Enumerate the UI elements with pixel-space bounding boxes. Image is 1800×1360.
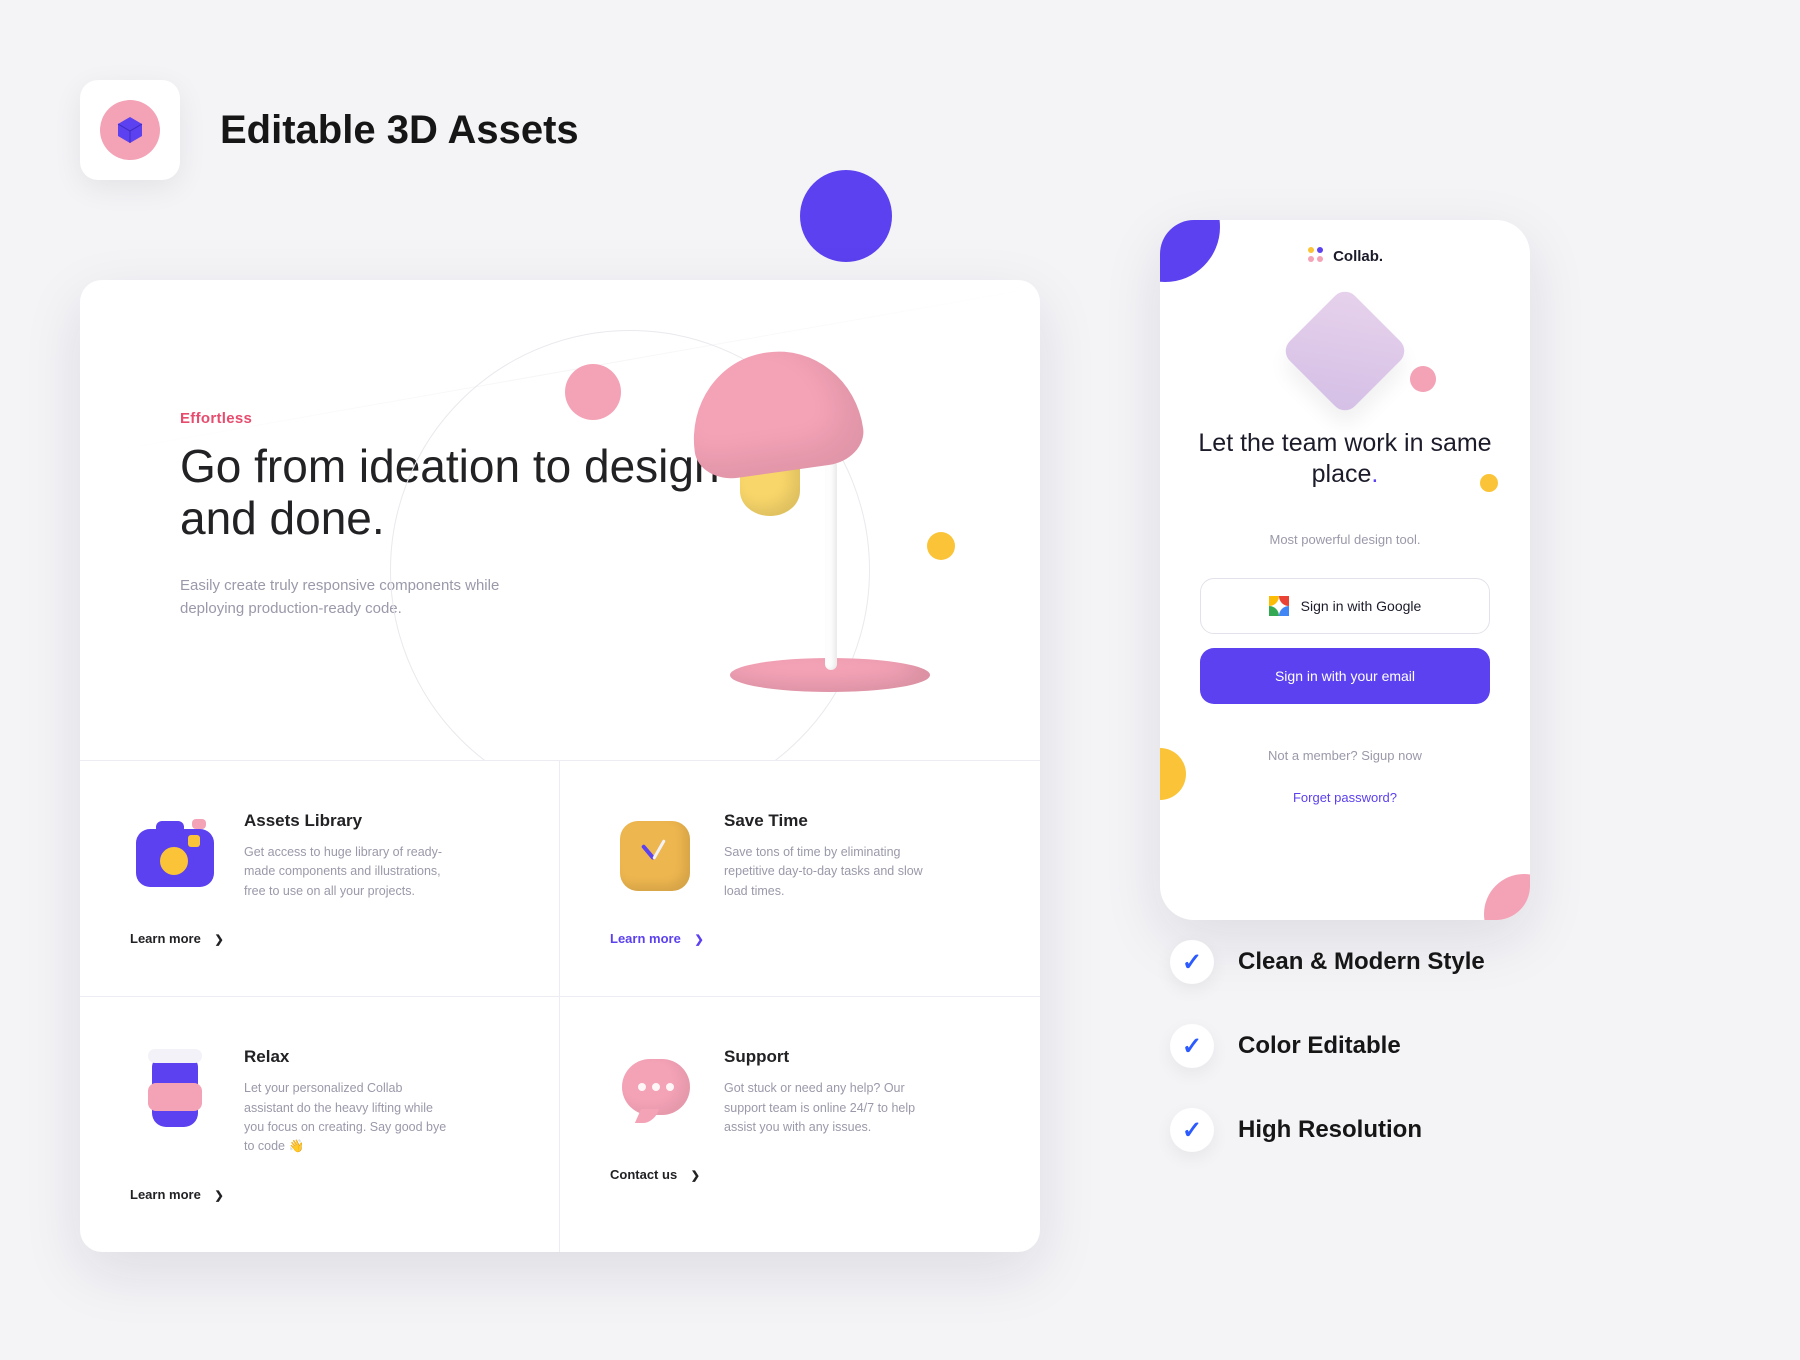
feature-action-label: Contact us <box>610 1167 677 1182</box>
features-grid: Assets Library Get access to huge librar… <box>80 760 1040 1252</box>
google-signin-label: Sign in with Google <box>1301 598 1422 614</box>
chevron-right-icon: ❯ <box>214 1190 223 1202</box>
check-icon: ✓ <box>1170 940 1214 984</box>
brand-label: Collab. <box>1333 248 1383 265</box>
feature-title: Relax <box>244 1047 454 1067</box>
mobile-subcopy: Most powerful design tool. <box>1160 532 1530 547</box>
email-signin-button[interactable]: Sign in with your email <box>1200 648 1490 704</box>
pink-dot-icon <box>565 364 621 420</box>
feature-desc: Get access to huge library of ready-made… <box>244 843 454 901</box>
feature-save-time: Save Time Save tons of time by eliminati… <box>560 761 1040 997</box>
cube-icon <box>100 100 160 160</box>
feature-action-label: Learn more <box>130 1187 201 1202</box>
decorative-circle-icon <box>800 170 892 262</box>
bullet-item: ✓ Color Editable <box>1170 1024 1485 1068</box>
feature-relax: Relax Let your personalized Collab assis… <box>80 997 560 1252</box>
contact-us-link[interactable]: Contact us ❯ <box>610 1167 980 1182</box>
feature-desc: Save tons of time by eliminating repetit… <box>724 843 934 901</box>
feature-desc: Let your personalized Collab assistant d… <box>244 1079 454 1157</box>
forgot-password-link[interactable]: Forget password? <box>1160 790 1530 805</box>
yellow-dot-icon <box>927 532 955 560</box>
mobile-headline: Let the team work in same place. <box>1190 428 1500 491</box>
mobile-headline-period: . <box>1371 460 1378 488</box>
chevron-right-icon: ❯ <box>214 934 223 946</box>
bullet-item: ✓ High Resolution <box>1170 1108 1485 1152</box>
pink-dot-icon <box>1410 366 1436 392</box>
bullet-label: Clean & Modern Style <box>1238 948 1485 976</box>
feature-action-label: Learn more <box>610 931 681 946</box>
chevron-right-icon: ❯ <box>691 1170 700 1182</box>
bullet-item: ✓ Clean & Modern Style <box>1170 940 1485 984</box>
mobile-preview-card: Collab. Let the team work in same place.… <box>1160 220 1530 920</box>
page-header: Editable 3D Assets <box>0 0 1800 180</box>
mobile-headline-text: Let the team work in same place <box>1198 429 1491 488</box>
learn-more-link[interactable]: Learn more ❯ <box>130 931 499 946</box>
learn-more-link[interactable]: Learn more ❯ <box>130 1187 499 1202</box>
coffee-cup-icon <box>130 1047 220 1137</box>
learn-more-link[interactable]: Learn more ❯ <box>610 931 980 946</box>
bullet-label: Color Editable <box>1238 1032 1401 1060</box>
hero-section: Effortless Go from ideation to design an… <box>80 280 1040 760</box>
google-signin-button[interactable]: Sign in with Google <box>1200 578 1490 634</box>
feature-desc: Got stuck or need any help? Our support … <box>724 1079 934 1137</box>
desk-lamp-icon <box>660 330 920 730</box>
feature-assets-library: Assets Library Get access to huge librar… <box>80 761 560 997</box>
bullet-label: High Resolution <box>1238 1116 1422 1144</box>
brand-logo: Collab. <box>1160 246 1530 265</box>
feature-title: Support <box>724 1047 934 1067</box>
feature-title: Save Time <box>724 811 934 831</box>
landing-card: Effortless Go from ideation to design an… <box>80 280 1040 1252</box>
feature-support: Support Got stuck or need any help? Our … <box>560 997 1040 1252</box>
page-title: Editable 3D Assets <box>220 108 579 153</box>
header-icon-box <box>80 80 180 180</box>
decorative-corner-icon <box>1484 874 1530 920</box>
check-icon: ✓ <box>1170 1108 1214 1152</box>
camera-icon <box>130 811 220 901</box>
check-icon: ✓ <box>1170 1024 1214 1068</box>
feature-bullets: ✓ Clean & Modern Style ✓ Color Editable … <box>1170 940 1485 1152</box>
brand-dots-icon <box>1307 246 1325 264</box>
glass-cube-icon <box>1280 286 1410 416</box>
mobile-hero <box>1160 286 1530 416</box>
feature-action-label: Learn more <box>130 931 201 946</box>
feature-title: Assets Library <box>244 811 454 831</box>
clock-icon <box>610 811 700 901</box>
email-signin-label: Sign in with your email <box>1275 668 1415 684</box>
chat-bubble-icon <box>610 1047 700 1137</box>
google-icon <box>1269 596 1289 616</box>
signup-text[interactable]: Not a member? Sigup now <box>1160 748 1530 763</box>
chevron-right-icon: ❯ <box>694 934 703 946</box>
